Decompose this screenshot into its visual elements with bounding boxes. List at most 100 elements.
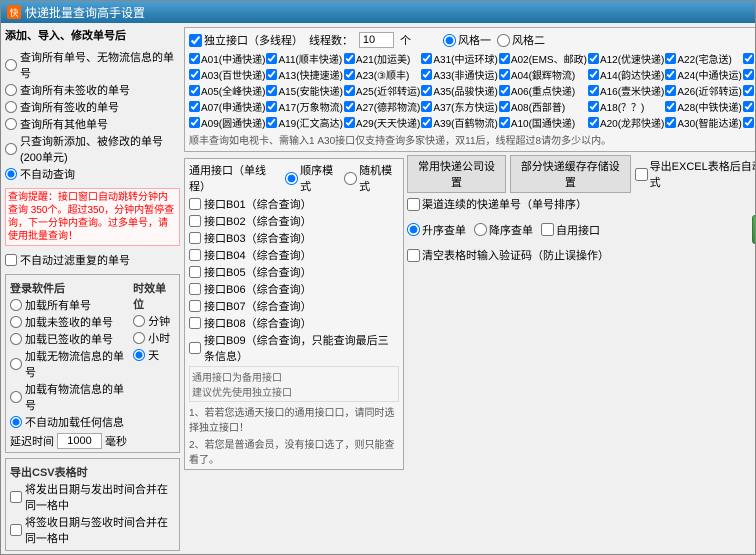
radio-group-add: 查询所有单号、无物流信息的单号 查询所有未签收的单号 查询所有签收的单号 查询所…	[5, 48, 180, 183]
save-button[interactable]: 保存设置	[752, 215, 755, 244]
upgrade-radio[interactable]: 升序查单	[407, 222, 466, 238]
courier-A39[interactable]: A39(百鹤物流)	[421, 115, 497, 130]
left-panel: 添加、导入、修改单号后 查询所有单号、无物流信息的单号 查询所有未签收的单号 查…	[5, 27, 180, 550]
courier-A40[interactable]: A40(天河物流)	[743, 115, 755, 130]
courier-A28[interactable]: A28(中铁快递)	[665, 99, 741, 114]
load-all[interactable]: 加载所有单号	[10, 297, 129, 313]
note1: 顺丰查询如电视卡、需输入1 A30接口仅支持查询多家快递，双11后，线程超过8请…	[189, 132, 755, 147]
random-mode-radio[interactable]: 随机模式	[344, 162, 399, 194]
single-line-area: 通用接口（单线程） 顺序模式 随机模式 接口B01（综合查询） 接口B02	[184, 155, 404, 550]
downgrade-radio[interactable]: 降序查单	[474, 222, 533, 238]
courier-A38[interactable]: A38(香木高管)	[743, 99, 755, 114]
courier-A07[interactable]: A07(申通快递)	[189, 99, 265, 114]
custom-interface-checkbox[interactable]: 自用接口	[541, 222, 600, 238]
b03-checkbox[interactable]: 接口B03（综合查询）	[189, 230, 399, 246]
radio-query-signed[interactable]: 查询所有签收的单号	[5, 99, 180, 115]
main-window: 快 快递批量查询高手设置 添加、导入、修改单号后 查询所有单号、无物流信息的单号…	[0, 0, 756, 555]
courier-A17[interactable]: A17(万象物流)	[266, 99, 342, 114]
courier-A32[interactable]: A32(日日顺物流)	[743, 51, 755, 66]
storage-settings-btn[interactable]: 部分快递缓存存储设置	[510, 155, 631, 193]
courier-A10[interactable]: A10(国通快递)	[499, 115, 587, 130]
unit-day[interactable]: 天	[133, 347, 175, 363]
excel-export-checkbox[interactable]: 导出EXCEL表格后自动转换为xlxs格式	[635, 158, 755, 190]
empty-checkbox[interactable]: 清空表格时输入验证码（防止误操作）	[407, 247, 609, 263]
unit-min[interactable]: 分钟	[133, 313, 175, 329]
bottom-half: 通用接口（单线程） 顺序模式 随机模式 接口B01（综合查询） 接口B02	[184, 155, 755, 550]
courier-A37[interactable]: A37(东方快运)	[421, 99, 497, 114]
load-unsigned[interactable]: 加载未签收的单号	[10, 314, 129, 330]
b04-checkbox[interactable]: 接口B04（综合查询）	[189, 247, 399, 263]
independent-checkbox[interactable]: 独立接口（多线程）	[189, 32, 303, 48]
courier-A23[interactable]: A23(③顺丰)	[344, 67, 420, 82]
courier-settings-row: 常用快递公司设置 部分快递缓存存储设置 导出EXCEL表格后自动转换为xlxs格…	[407, 155, 755, 193]
b02-checkbox[interactable]: 接口B02（综合查询）	[189, 213, 399, 229]
note2: 1、若若您选通天接口的通用接口口，请同时选择独立接口！	[189, 404, 399, 434]
wind2-radio[interactable]: 风格二	[497, 32, 545, 48]
courier-A05[interactable]: A05(全峰快递)	[189, 83, 265, 98]
login-title: 登录软件后	[10, 280, 129, 296]
courier-A18[interactable]: A18(？？)	[588, 99, 664, 114]
dedup-checkbox[interactable]: 不自动过滤重复的单号	[5, 252, 180, 268]
radio-query-all[interactable]: 查询所有单号、无物流信息的单号	[5, 49, 180, 81]
window-title: 快递批量查询高手设置	[25, 4, 145, 21]
courier-A35[interactable]: A35(品骏快递)	[421, 83, 497, 98]
courier-A34[interactable]: A34(开心快线)	[743, 67, 755, 82]
thread-count-input[interactable]	[359, 32, 394, 48]
courier-settings-btn[interactable]: 常用快递公司设置	[407, 155, 506, 193]
courier-A24[interactable]: A24(中通快运)	[665, 67, 741, 82]
radio-query-other[interactable]: 查询所有其他单号	[5, 116, 180, 132]
title-bar: 快 快递批量查询高手设置	[1, 1, 755, 23]
delay-row: 延迟时间 毫秒	[10, 433, 175, 449]
courier-A36[interactable]: A36(苏通快运)	[743, 83, 755, 98]
courier-A02[interactable]: A02(EMS、邮政)	[499, 51, 587, 66]
b07-checkbox[interactable]: 接口B07（综合查询）	[189, 298, 399, 314]
export-merge-send[interactable]: 将发出日期与发出时间合并在同一格中	[10, 481, 175, 513]
b08-checkbox[interactable]: 接口B08（综合查询）	[189, 315, 399, 331]
courier-A11[interactable]: A11(顺丰快递)	[266, 51, 342, 66]
courier-A04[interactable]: A04(銀辉物流)	[499, 67, 587, 82]
radio-no-auto-query[interactable]: 不自动查询	[5, 166, 180, 182]
courier-A03[interactable]: A03(百世快递)	[189, 67, 265, 82]
middle-panel: 独立接口（多线程） 线程数： 个 风格一 风格二	[184, 27, 755, 550]
load-no-logistics[interactable]: 加载无物流信息的单号	[10, 348, 129, 380]
courier-A25[interactable]: A25(近邻转运)	[344, 83, 420, 98]
mixed-checkbox[interactable]: 渠道连续的快递单号（单号排序）	[407, 196, 587, 212]
load-none[interactable]: 不自动加载任何信息	[10, 414, 129, 430]
b06-checkbox[interactable]: 接口B06（综合查询）	[189, 281, 399, 297]
single-line-header: 通用接口（单线程） 顺序模式 随机模式	[189, 162, 399, 194]
courier-A27[interactable]: A27(德邦物流)	[344, 99, 420, 114]
courier-A14[interactable]: A14(韵达快递)	[588, 67, 664, 82]
courier-A06[interactable]: A06(重点快递)	[499, 83, 587, 98]
courier-A31[interactable]: A31(中运环球)	[421, 51, 497, 66]
load-signed[interactable]: 加载已签收的单号	[10, 331, 129, 347]
unit-hour[interactable]: 小时	[133, 330, 175, 346]
delay-input[interactable]	[57, 433, 102, 449]
radio-query-unsigned[interactable]: 查询所有未签收的单号	[5, 82, 180, 98]
radio-query-new[interactable]: 只查询新添加、被修改的单号 (200单元)	[5, 133, 180, 165]
courier-A08[interactable]: A08(西部普)	[499, 99, 587, 114]
courier-A13[interactable]: A13(快捷速递)	[266, 67, 342, 82]
courier-A22[interactable]: A22(宅急送)	[665, 51, 741, 66]
b09-checkbox[interactable]: 接口B09（综合查询，只能查询最后三条信息）	[189, 332, 399, 364]
courier-A09[interactable]: A09(圆通快递)	[189, 115, 265, 130]
courier-A01[interactable]: A01(中通快递)	[189, 51, 265, 66]
courier-A20[interactable]: A20(龙邦快递)	[588, 115, 664, 130]
courier-A30[interactable]: A30(智能达递)	[665, 115, 741, 130]
courier-A12[interactable]: A12(优速快递)	[588, 51, 664, 66]
b01-checkbox[interactable]: 接口B01（综合查询）	[189, 196, 399, 212]
courier-A15[interactable]: A15(安能快递)	[266, 83, 342, 98]
courier-A21[interactable]: A21(加运美)	[344, 51, 420, 66]
b05-checkbox[interactable]: 接口B05（综合查询）	[189, 264, 399, 280]
wind1-radio[interactable]: 风格一	[443, 32, 491, 48]
courier-A16[interactable]: A16(壹米快递)	[588, 83, 664, 98]
courier-A29[interactable]: A29(天天快递)	[344, 115, 420, 130]
courier-A19[interactable]: A19(汇文高达)	[266, 115, 342, 130]
time-unit-col: 时效单位 分钟 小时 天	[133, 278, 175, 364]
load-has-logistics[interactable]: 加载有物流信息的单号	[10, 381, 129, 413]
mixed-row: 渠道连续的快递单号（单号排序）	[407, 196, 755, 212]
courier-A33[interactable]: A33(非通快运)	[421, 67, 497, 82]
courier-A26[interactable]: A26(近邻转运)	[665, 83, 741, 98]
single-line-box: 通用接口（单线程） 顺序模式 随机模式 接口B01（综合查询） 接口B02	[184, 158, 404, 470]
export-merge-sign[interactable]: 将签收日期与签收时间合并在同一格中	[10, 514, 175, 546]
sequence-mode-radio[interactable]: 顺序模式	[285, 162, 340, 194]
